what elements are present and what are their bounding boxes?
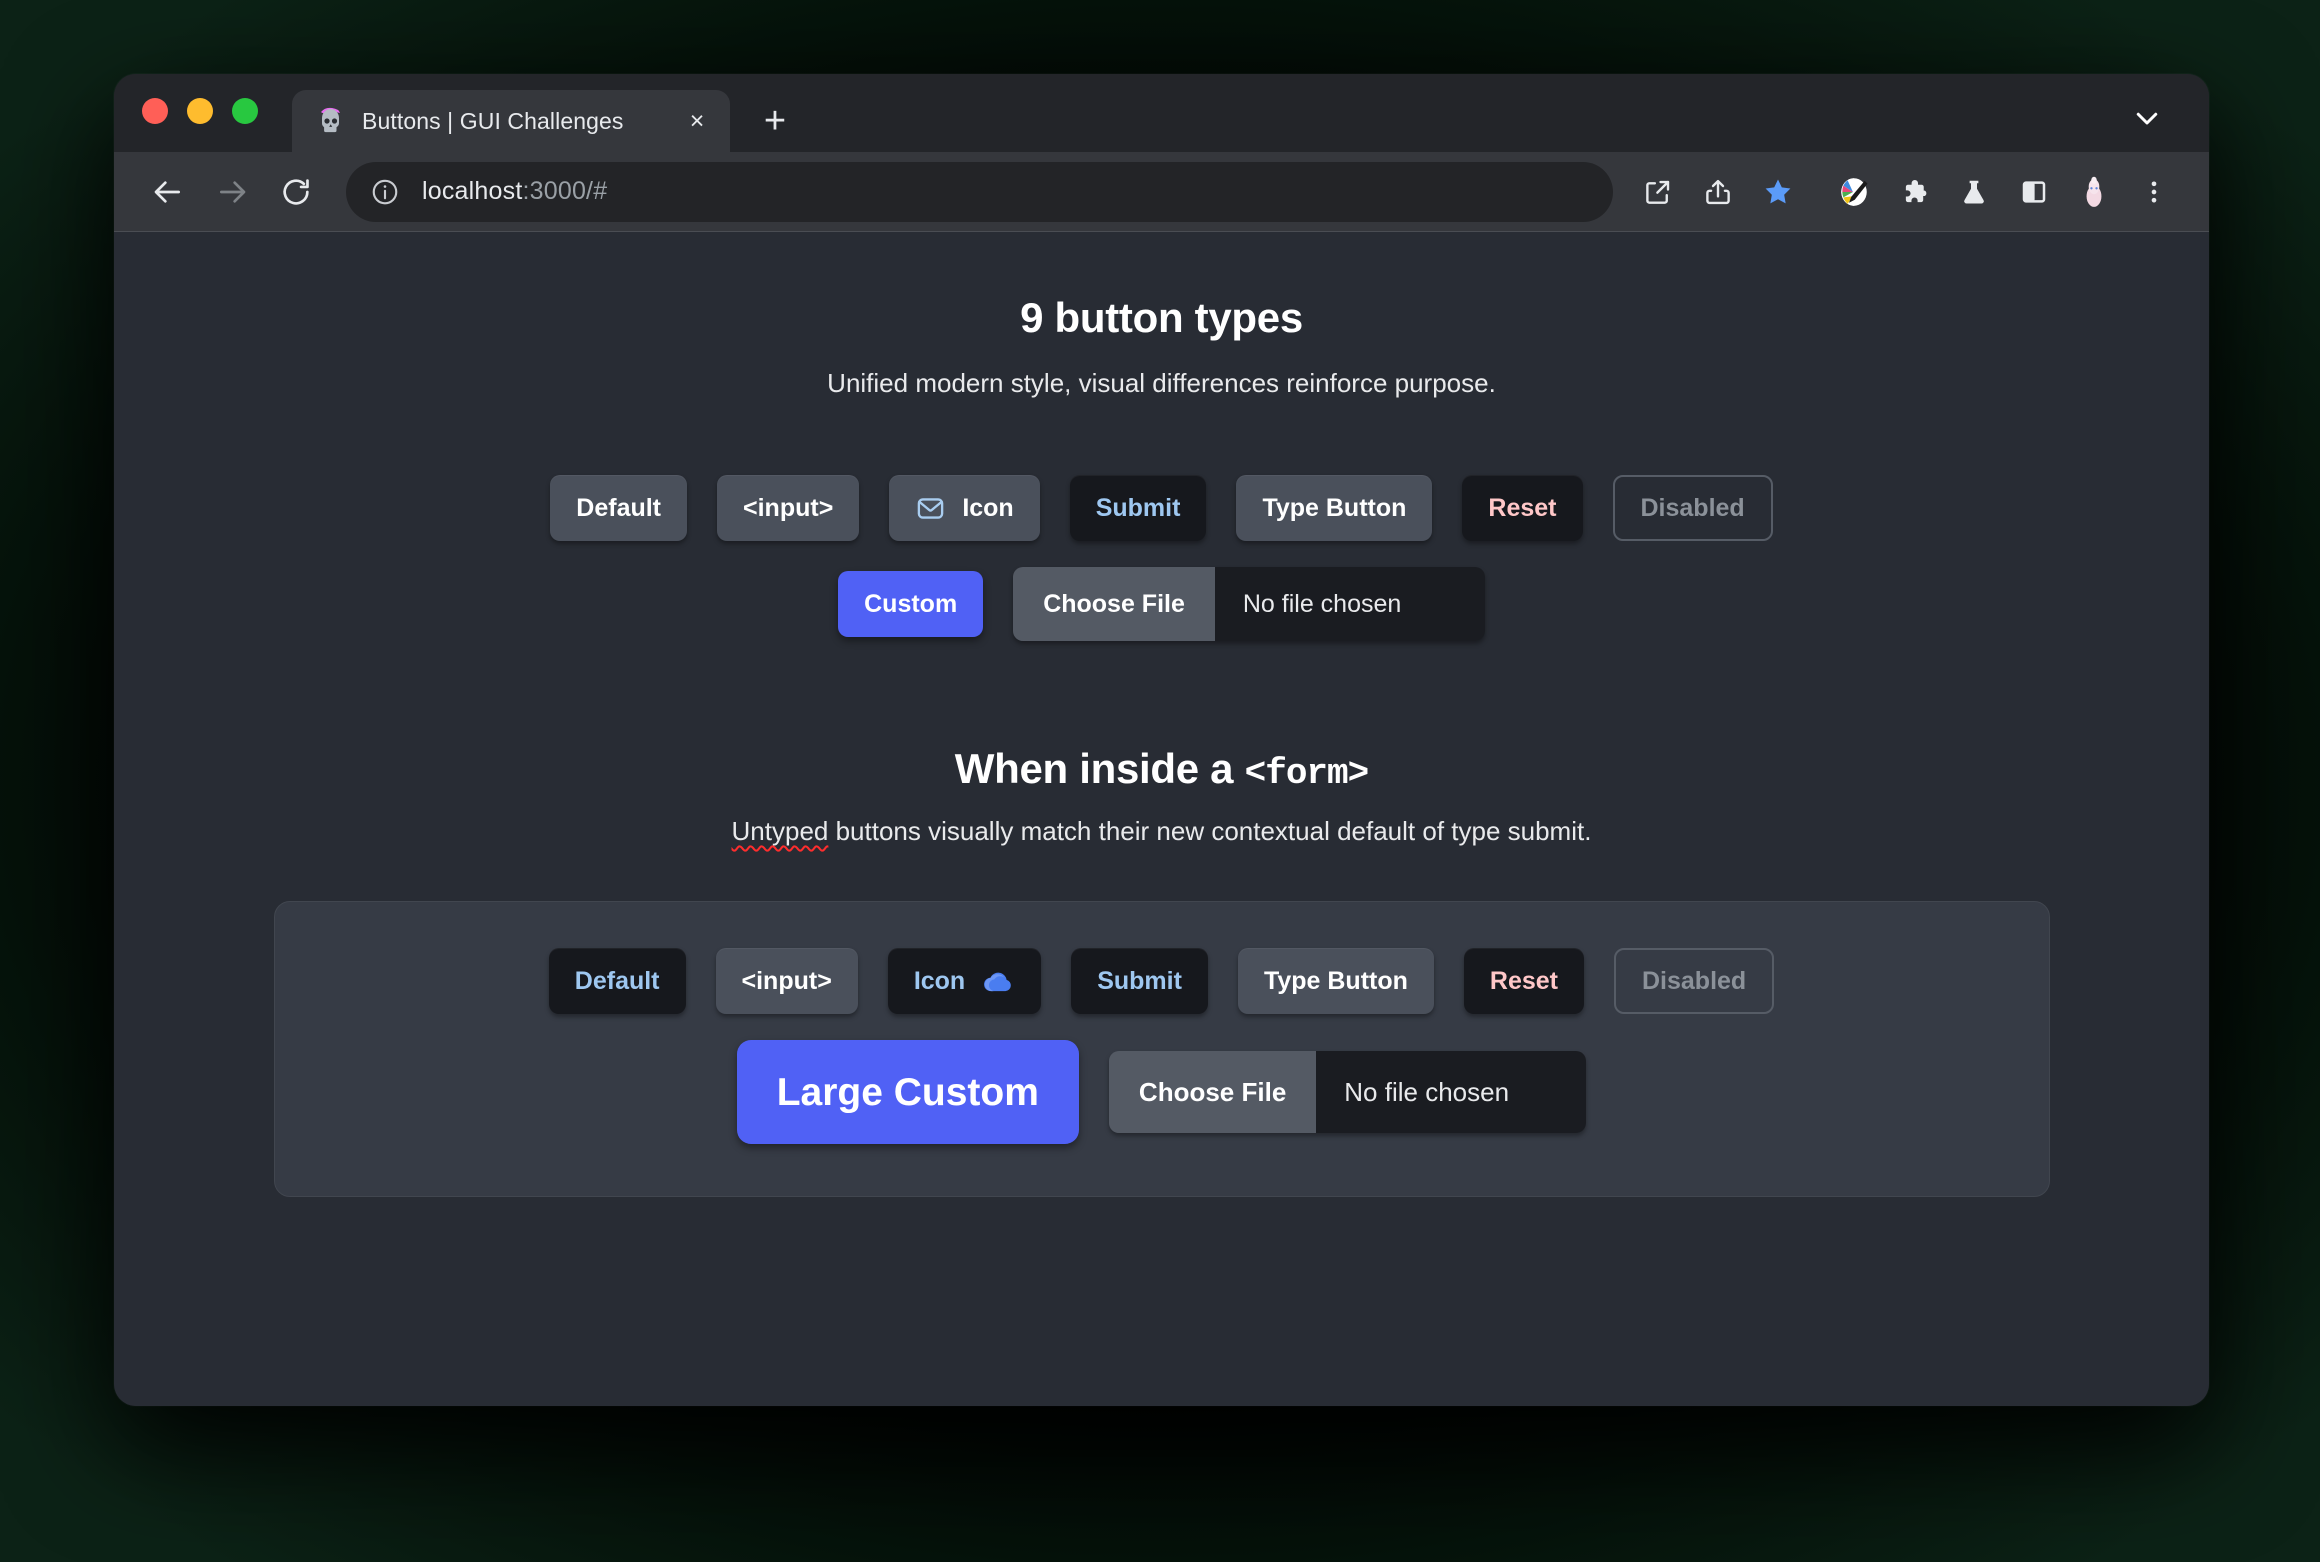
button-row-custom-file: Custom Choose File No file chosen (838, 567, 1485, 641)
reload-icon[interactable] (268, 164, 324, 220)
large-custom-button[interactable]: Large Custom (736, 1040, 1079, 1144)
form-input-button[interactable]: <input> (715, 948, 858, 1014)
icon-button-label: Icon (962, 493, 1014, 522)
form-submit-button-label: Submit (1097, 966, 1182, 995)
button-row-types: Default <input> Icon Submit Type Button … (550, 475, 1773, 541)
window-close-button[interactable] (142, 98, 168, 124)
form-section-title: When inside a <form> (954, 745, 1370, 794)
bookmark-star-icon[interactable] (1751, 165, 1805, 219)
page-content: 9 button types Unified modern style, vis… (114, 232, 2209, 1197)
form-disabled-button: Disabled (1614, 948, 1775, 1014)
form-type-button-label: Type Button (1263, 966, 1408, 995)
default-button[interactable]: Default (550, 475, 688, 541)
window-zoom-button[interactable] (232, 98, 258, 124)
skull-party-icon (314, 105, 346, 137)
window-traffic-lights (142, 74, 258, 152)
colorpicker-extension-icon[interactable] (1827, 165, 1881, 219)
form-default-button[interactable]: Default (548, 948, 686, 1014)
form-reset-button[interactable]: Reset (1463, 948, 1584, 1014)
side-panel-icon[interactable] (2007, 165, 2061, 219)
browser-toolbar: localhost:3000/# (114, 152, 2209, 232)
labs-flask-icon[interactable] (1947, 165, 2001, 219)
back-arrow-icon[interactable] (140, 164, 196, 220)
page-viewport: 9 button types Unified modern style, vis… (114, 232, 2209, 1406)
type-button-button[interactable]: Type Button (1236, 475, 1433, 541)
browser-tab[interactable]: Buttons | GUI Challenges × (292, 90, 730, 152)
extensions-puzzle-icon[interactable] (1887, 165, 1941, 219)
disabled-button: Disabled (1612, 475, 1773, 541)
form-submit-button[interactable]: Submit (1071, 948, 1208, 1014)
tab-close-icon[interactable]: × (682, 106, 712, 136)
tab-title: Buttons | GUI Challenges (362, 107, 624, 134)
chevron-down-icon[interactable] (2125, 96, 2169, 140)
form-type-button-button[interactable]: Type Button (1237, 948, 1434, 1014)
disabled-button-label: Disabled (1640, 493, 1745, 522)
default-button-label: Default (576, 493, 662, 522)
custom-button[interactable]: Custom (838, 571, 984, 637)
input-button-label: <input> (743, 493, 834, 522)
form-button-row-types: Default <input> Icon Submit Type Button … (548, 948, 1775, 1014)
form-icon-button-label: Icon (913, 966, 966, 995)
desktop-backdrop: Buttons | GUI Challenges × + localhost:3… (0, 0, 2320, 1562)
form-section-title-text: When inside a (954, 745, 1245, 792)
toolbar-actions (1631, 165, 2181, 219)
form-disabled-button-label: Disabled (1642, 966, 1747, 995)
misspelled-word: Untyped (731, 816, 829, 846)
info-icon[interactable] (368, 175, 402, 209)
type-button-label: Type Button (1262, 493, 1407, 522)
form-file-chosen-label: No file chosen (1316, 1051, 1587, 1133)
form-default-button-label: Default (574, 966, 660, 995)
submit-button-label: Submit (1095, 493, 1181, 522)
large-custom-button-label: Large Custom (776, 1070, 1039, 1114)
page-title: 9 button types (1020, 294, 1303, 341)
file-chosen-label: No file chosen (1214, 567, 1485, 641)
address-bar-url: localhost:3000/# (422, 177, 607, 206)
input-button[interactable]: <input> (717, 475, 860, 541)
page-subtitle: Unified modern style, visual differences… (827, 368, 1496, 398)
cloud-icon (981, 964, 1015, 998)
envelope-icon (915, 493, 946, 524)
form-choose-file-button[interactable]: Choose File (1108, 1051, 1317, 1133)
reset-button-label: Reset (1488, 493, 1557, 522)
browser-menu-icon[interactable] (2127, 165, 2181, 219)
form-icon-button[interactable]: Icon (887, 948, 1042, 1014)
form-reset-button-label: Reset (1489, 966, 1558, 995)
open-in-new-icon[interactable] (1631, 165, 1685, 219)
tab-strip: Buttons | GUI Challenges × + (114, 74, 2209, 152)
reset-button[interactable]: Reset (1462, 475, 1583, 541)
forward-arrow-icon[interactable] (204, 164, 260, 220)
window-minimize-button[interactable] (187, 98, 213, 124)
file-input[interactable]: Choose File No file chosen (1013, 567, 1485, 641)
form-input-button-label: <input> (741, 966, 832, 995)
share-icon[interactable] (1691, 165, 1745, 219)
form-button-row-custom-file: Large Custom Choose File No file chosen (736, 1040, 1587, 1144)
profile-avatar-icon[interactable] (2067, 165, 2121, 219)
form-subtitle-rest: buttons visually match their new context… (828, 816, 1592, 846)
custom-button-label: Custom (864, 589, 958, 618)
icon-button[interactable]: Icon (889, 475, 1040, 541)
submit-button[interactable]: Submit (1069, 475, 1207, 541)
new-tab-button[interactable]: + (748, 94, 802, 148)
address-bar[interactable]: localhost:3000/# (346, 161, 1613, 222)
form-section-subtitle: Untyped buttons visually match their new… (732, 816, 1592, 847)
url-path: :3000/# (522, 177, 608, 205)
browser-window: Buttons | GUI Challenges × + localhost:3… (114, 74, 2209, 1406)
form-container: Default <input> Icon Submit Type Button … (273, 901, 2050, 1197)
choose-file-button[interactable]: Choose File (1013, 567, 1215, 641)
form-file-input[interactable]: Choose File No file chosen (1108, 1051, 1587, 1133)
url-host: localhost (422, 177, 523, 205)
form-section-title-mono: <form> (1244, 753, 1370, 794)
